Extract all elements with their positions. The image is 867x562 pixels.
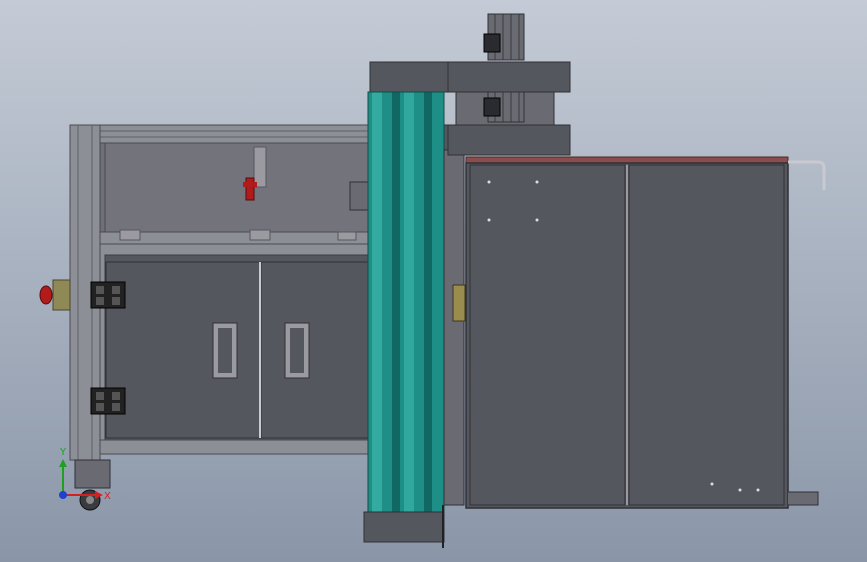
top-rail bbox=[69, 124, 371, 144]
cad-viewport[interactable]: Y X bbox=[0, 0, 867, 562]
right-cabinet bbox=[465, 156, 826, 509]
roller-bottom-housing bbox=[363, 511, 445, 543]
right-cabinet-top-strip bbox=[465, 156, 789, 164]
cabinet-door-right[interactable] bbox=[260, 261, 371, 439]
upper-compartment-interior bbox=[104, 142, 371, 234]
right-door-left[interactable] bbox=[469, 164, 626, 506]
hinge-top bbox=[90, 281, 126, 309]
mid-rail bbox=[69, 231, 371, 245]
roller-top-housing bbox=[369, 61, 451, 93]
bottom-rail bbox=[99, 439, 371, 455]
drive-motor-upper bbox=[483, 13, 525, 61]
hinge-bottom bbox=[90, 387, 126, 415]
triad-x-label: X bbox=[104, 491, 111, 502]
bearing-hub bbox=[452, 284, 466, 322]
right-door-right[interactable] bbox=[628, 164, 785, 506]
triad-y-label: Y bbox=[59, 447, 67, 458]
left-frame-assembly bbox=[39, 124, 371, 511]
drive-motor-lower bbox=[483, 91, 525, 123]
